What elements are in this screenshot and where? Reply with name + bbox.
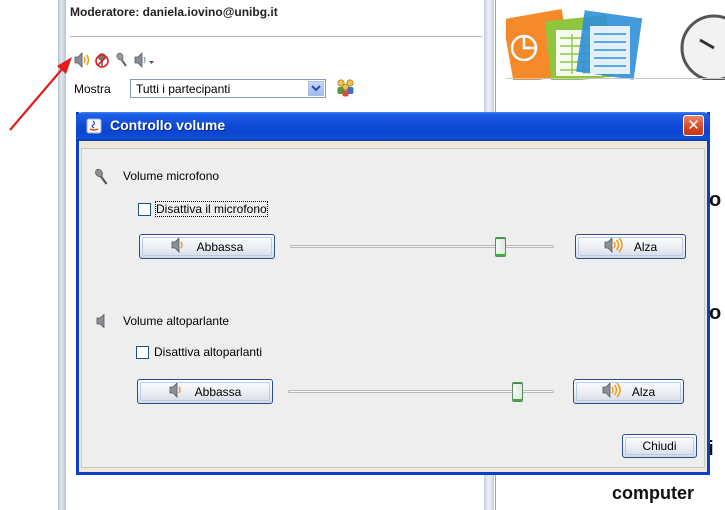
mute-speakers-checkbox[interactable]: Disattiva altoparlanti — [136, 345, 262, 359]
slide-text-fragment: o — [709, 302, 722, 324]
volume-control-dialog: Controllo volume ✕ Volume microfono Disa… — [76, 112, 710, 475]
button-label: Alza — [633, 239, 658, 254]
mute-microphone-checkbox[interactable]: Disattiva il microfono — [138, 201, 268, 217]
speaker-volume-slider[interactable] — [288, 382, 554, 402]
moderator-label: Moderatore: daniela.iovino@unibg.it — [70, 5, 278, 19]
volume-up-icon — [602, 382, 626, 401]
slide-header-image — [502, 8, 725, 85]
checkbox-box[interactable] — [138, 202, 151, 216]
microphone-icon[interactable] — [114, 52, 128, 67]
button-label: Alza — [631, 384, 656, 399]
dialog-content: Volume microfono Disattiva il microfono … — [81, 148, 705, 468]
slider-thumb[interactable] — [512, 382, 523, 402]
volume-down-icon — [169, 382, 189, 401]
close-icon: ✕ — [687, 116, 700, 134]
speaker-dropdown-icon[interactable] — [134, 52, 156, 68]
separator — [506, 78, 725, 79]
checkbox-box[interactable] — [136, 345, 149, 359]
button-label: Abbassa — [194, 384, 242, 399]
volume-up-icon — [604, 237, 628, 256]
participants-group-icon[interactable] — [335, 78, 357, 101]
dialog-title-bar[interactable]: Controllo volume ✕ — [76, 112, 710, 141]
speaker-volume-label: Volume altoparlante — [123, 314, 230, 328]
microphone-icon — [94, 168, 110, 189]
speaker-increase-button[interactable]: Alza — [573, 379, 684, 404]
volume-down-icon — [171, 237, 191, 256]
participants-filter-select[interactable]: Tutti i partecipanti — [130, 79, 326, 98]
participants-filter-value: Tutti i partecipanti — [136, 82, 231, 96]
speaker-decrease-button[interactable]: Abbassa — [137, 379, 273, 404]
dialog-title: Controllo volume — [110, 117, 226, 133]
button-label: Abbassa — [196, 239, 244, 254]
separator — [70, 36, 482, 37]
chevron-down-icon[interactable] — [308, 81, 324, 96]
slider-thumb[interactable] — [495, 237, 506, 257]
mute-microphone-label: Disattiva il microfono — [155, 201, 268, 217]
button-label: Chiudi — [642, 439, 677, 453]
mute-speakers-label: Disattiva altoparlanti — [154, 345, 263, 359]
microphone-decrease-button[interactable]: Abbassa — [139, 234, 275, 259]
microphone-volume-label: Volume microfono — [123, 169, 220, 183]
slide-text-fragment: o — [709, 189, 722, 211]
close-button[interactable]: ✕ — [683, 115, 704, 136]
speaker-icon — [96, 313, 110, 331]
java-app-icon — [86, 118, 102, 134]
close-dialog-button[interactable]: Chiudi — [622, 434, 697, 458]
microphone-volume-slider[interactable] — [290, 237, 554, 257]
slider-track[interactable] — [290, 245, 554, 248]
slide-text-fragment: computer — [612, 483, 695, 503]
microphone-increase-button[interactable]: Alza — [575, 234, 686, 259]
